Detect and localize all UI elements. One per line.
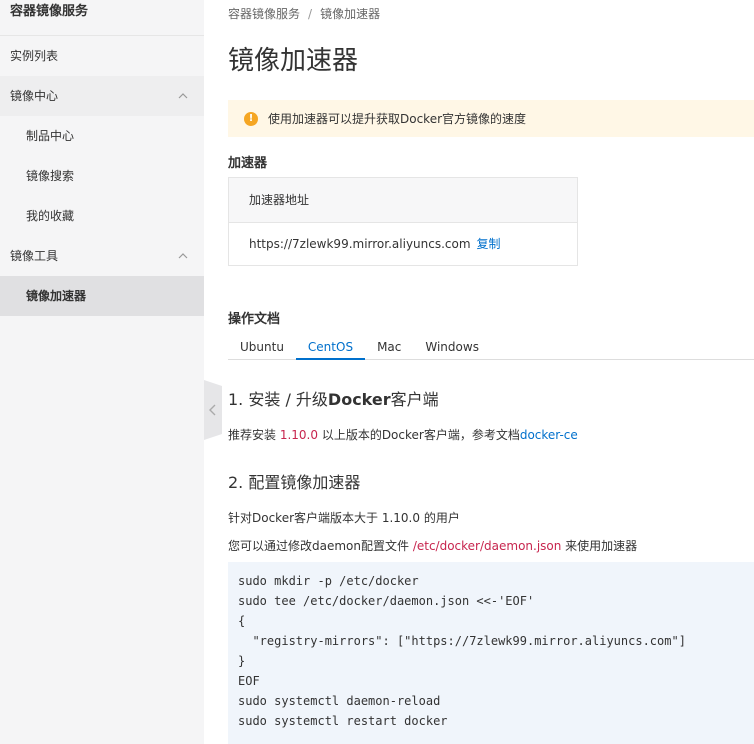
sidebar-item-label: 实例列表: [10, 49, 59, 63]
code-line: {: [238, 614, 246, 628]
info-alert: ! 使用加速器可以提升获取Docker官方镜像的速度: [228, 100, 754, 137]
sidebar-title: 容器镜像服务: [0, 0, 204, 36]
tab-ubuntu[interactable]: Ubuntu: [228, 336, 296, 360]
sidebar-item-label: 我的收藏: [26, 209, 75, 223]
step1-heading-prefix: 1. 安装 / 升级: [228, 390, 328, 409]
step1-text-pre: 推荐安装: [228, 428, 280, 442]
step2-paragraph-2: 您可以通过修改daemon配置文件 /etc/docker/daemon.jso…: [228, 537, 637, 554]
step1-text-mid: 以上版本的Docker客户端，参考文档: [318, 428, 520, 442]
step2-heading: 2. 配置镜像加速器: [228, 473, 361, 492]
sidebar-group-image-center[interactable]: 镜像中心: [0, 76, 204, 116]
docs-section-title: 操作文档: [228, 312, 281, 327]
chevron-up-icon[interactable]: [178, 91, 188, 101]
sidebar-item-artifact-center[interactable]: 制品中心: [0, 116, 204, 156]
tab-mac[interactable]: Mac: [365, 336, 413, 360]
code-line: sudo systemctl restart docker: [238, 714, 448, 728]
accelerator-table-header: 加速器地址: [229, 178, 577, 223]
docker-ce-link[interactable]: docker-ce: [520, 428, 578, 442]
sidebar-collapse-handle[interactable]: [204, 380, 222, 440]
step1-heading-suffix: 客户端: [390, 390, 439, 409]
accelerator-table: 加速器地址 https://7zlewk99.mirror.aliyuncs.c…: [228, 177, 578, 266]
breadcrumb: 容器镜像服务 / 镜像加速器: [228, 5, 380, 22]
code-line: sudo mkdir -p /etc/docker: [238, 574, 419, 588]
sidebar-item-label: 镜像工具: [10, 249, 59, 263]
code-line: }: [238, 654, 246, 668]
code-block: sudo mkdir -p /etc/docker sudo tee /etc/…: [228, 562, 754, 744]
sidebar-item-image-accelerator[interactable]: 镜像加速器: [0, 276, 204, 316]
sidebar-item-favorites[interactable]: 我的收藏: [0, 196, 204, 236]
chevron-left-icon: [209, 404, 216, 416]
code-line: EOF: [238, 674, 260, 688]
sidebar-item-label: 镜像中心: [10, 89, 59, 103]
accelerator-address: https://7zlewk99.mirror.aliyuncs.com: [249, 237, 471, 251]
step1-heading-bold: Docker: [327, 390, 391, 409]
page-title: 镜像加速器: [228, 46, 359, 76]
sidebar-item-image-search[interactable]: 镜像搜索: [0, 156, 204, 196]
breadcrumb-separator: /: [308, 7, 313, 21]
code-line: "registry-mirrors": ["https://7zlewk99.m…: [238, 634, 686, 648]
config-path: /etc/docker/daemon.json: [412, 539, 562, 553]
step1-heading: 1. 安装 / 升级Docker客户端: [228, 386, 439, 410]
tab-windows[interactable]: Windows: [413, 336, 491, 360]
step2-text-pre: 您可以通过修改daemon配置文件: [228, 539, 413, 553]
version-text: 1.10.0: [279, 428, 318, 442]
step1-paragraph: 推荐安装 1.10.0 以上版本的Docker客户端，参考文档docker-ce: [228, 426, 578, 443]
warning-icon: !: [244, 111, 258, 126]
alert-text: 使用加速器可以提升获取Docker官方镜像的速度: [268, 112, 527, 126]
step2-paragraph-1: 针对Docker客户端版本大于 1.10.0 的用户: [228, 511, 460, 525]
code-line: sudo tee /etc/docker/daemon.json <<-'EOF…: [238, 594, 535, 608]
copy-link[interactable]: 复制: [477, 237, 501, 251]
sidebar-item-label: 制品中心: [26, 129, 75, 143]
accelerator-section-title: 加速器: [228, 156, 268, 171]
breadcrumb-current: 镜像加速器: [320, 7, 381, 21]
accelerator-table-row: https://7zlewk99.mirror.aliyuncs.com 复制: [229, 223, 577, 266]
sidebar: 容器镜像服务 实例列表 镜像中心 制品中心 镜像搜索 我的收藏 镜像工具 镜像加…: [0, 0, 204, 744]
chevron-up-icon[interactable]: [178, 251, 188, 261]
sidebar-item-label: 镜像加速器: [26, 289, 87, 303]
step2-text-post: 来使用加速器: [561, 539, 638, 553]
sidebar-item-label: 镜像搜索: [26, 169, 75, 183]
code-line: sudo systemctl daemon-reload: [238, 694, 441, 708]
sidebar-group-image-tools[interactable]: 镜像工具: [0, 236, 204, 276]
breadcrumb-root[interactable]: 容器镜像服务: [228, 7, 300, 21]
sidebar-item-instance-list[interactable]: 实例列表: [0, 36, 204, 76]
tab-centos[interactable]: CentOS: [295, 336, 366, 360]
os-tabs: Ubuntu CentOS Mac Windows: [228, 336, 754, 360]
